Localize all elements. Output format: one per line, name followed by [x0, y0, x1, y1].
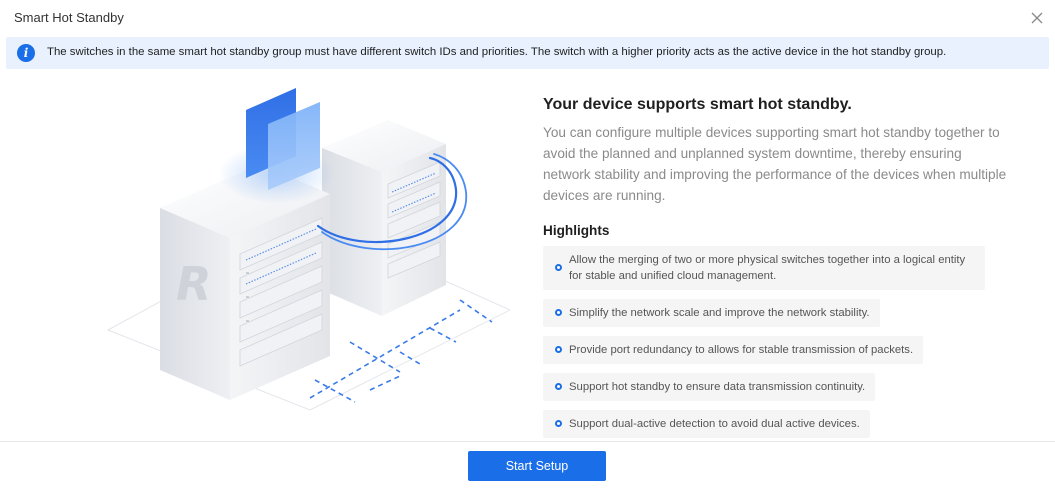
- info-panel: Your device supports smart hot standby. …: [543, 96, 1013, 447]
- highlight-text: Support dual-active detection to avoid d…: [569, 418, 860, 430]
- highlight-text: Support hot standby to ensure data trans…: [569, 381, 866, 393]
- highlight-text: Allow the merging of two or more physica…: [569, 254, 966, 282]
- highlight-text: Simplify the network scale and improve t…: [569, 307, 870, 319]
- start-setup-button[interactable]: Start Setup: [468, 451, 606, 481]
- highlight-text: Provide port redundancy to allows for st…: [569, 344, 914, 356]
- footer-divider: [0, 441, 1055, 442]
- notice-banner: i The switches in the same smart hot sta…: [6, 37, 1049, 69]
- highlight-item: Simplify the network scale and improve t…: [543, 299, 880, 327]
- dialog-header: Smart Hot Standby: [0, 0, 1055, 36]
- highlight-item: Provide port redundancy to allows for st…: [543, 336, 924, 364]
- server-rack-back: [322, 120, 446, 316]
- rack-logo: R: [176, 257, 211, 311]
- info-title: Your device supports smart hot standby.: [543, 96, 852, 113]
- bullet-icon: [555, 420, 562, 427]
- network-dashed-lines: [309, 299, 493, 403]
- hot-standby-illustration: R: [106, 88, 510, 411]
- highlight-item: Support dual-active detection to avoid d…: [543, 410, 870, 438]
- highlight-item: Allow the merging of two or more physica…: [543, 246, 985, 290]
- dialog-title: Smart Hot Standby: [14, 10, 124, 25]
- notice-text: The switches in the same smart hot stand…: [47, 46, 947, 58]
- highlights-title: Highlights: [543, 223, 610, 238]
- close-icon[interactable]: [1029, 10, 1045, 26]
- bullet-icon: [555, 264, 562, 271]
- info-icon: i: [17, 44, 35, 62]
- bullet-icon: [555, 346, 562, 353]
- bullet-icon: [555, 383, 562, 390]
- highlight-item: Support hot standby to ensure data trans…: [543, 373, 876, 401]
- info-description: You can configure multiple devices suppo…: [543, 125, 1007, 203]
- bullet-icon: [555, 309, 562, 316]
